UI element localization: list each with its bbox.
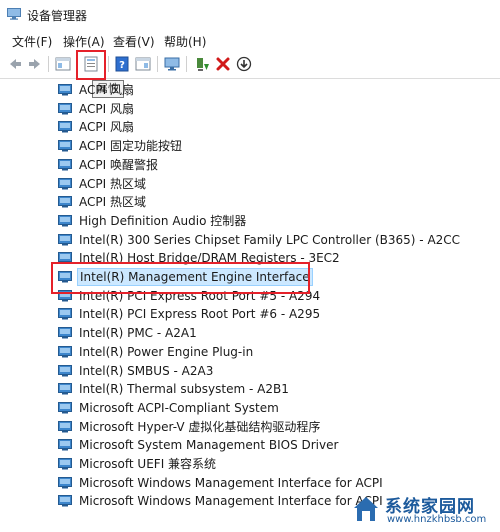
system-device-icon bbox=[58, 102, 72, 115]
download-arrow-icon bbox=[236, 56, 252, 72]
toolbar-separator bbox=[108, 56, 109, 72]
update-driver-button[interactable] bbox=[192, 54, 212, 74]
system-device-icon bbox=[58, 345, 72, 358]
device-tree-item[interactable]: Intel(R) PMC - A2A1 bbox=[58, 324, 199, 342]
device-tree-item[interactable]: Microsoft Hyper-V 虚拟化基础结构驱动程序 bbox=[58, 418, 322, 436]
device-tree-item[interactable]: ACPI 唤醒警报 bbox=[58, 156, 160, 174]
svg-text:?: ? bbox=[119, 60, 125, 71]
toolbar-separator bbox=[186, 56, 187, 72]
show-hide-action-pane-button[interactable] bbox=[133, 54, 153, 74]
system-device-icon bbox=[58, 196, 72, 208]
watermark-url: www.hnzkhbsb.com bbox=[387, 514, 487, 525]
device-label: Intel(R) PMC - A2A1 bbox=[79, 326, 197, 341]
toolbar: ? bbox=[0, 50, 500, 79]
device-tree-item[interactable]: ACPI 热区域 bbox=[58, 193, 148, 211]
system-device-icon bbox=[58, 121, 72, 133]
device-tree-item[interactable]: Microsoft Windows Management Interface f… bbox=[58, 474, 385, 492]
device-tree-item[interactable]: ACPI 风扇 bbox=[58, 118, 136, 136]
forward-button[interactable] bbox=[25, 54, 45, 74]
back-button[interactable] bbox=[5, 54, 25, 74]
device-tree: ACPI 风扇 ACPI 风扇 ACPI 风扇 ACPI 固定功能按钮 ACPI 唤醒警… bbox=[0, 79, 500, 532]
device-manager-icon bbox=[7, 8, 21, 20]
highlight-box-selected-device bbox=[51, 262, 310, 294]
system-device-icon bbox=[58, 420, 72, 433]
scan-hardware-button[interactable] bbox=[162, 54, 182, 74]
device-tree-item[interactable]: ACPI 风扇 bbox=[58, 100, 136, 118]
device-label: High Definition Audio 控制器 bbox=[79, 213, 247, 228]
device-label: Microsoft System Management BIOS Driver bbox=[79, 438, 339, 453]
toolbar-separator bbox=[48, 56, 49, 72]
action-pane-icon bbox=[135, 57, 151, 71]
system-device-icon bbox=[58, 364, 72, 376]
device-label: Microsoft Hyper-V 虚拟化基础结构驱动程序 bbox=[79, 419, 321, 434]
system-device-icon bbox=[58, 383, 72, 395]
help-button[interactable]: ? bbox=[112, 54, 132, 74]
toolbar-separator bbox=[157, 56, 158, 72]
menu-help[interactable]: 帮助(H) bbox=[164, 33, 206, 50]
house-logo-icon bbox=[354, 497, 378, 521]
device-label: Microsoft Windows Management Interface f… bbox=[79, 475, 383, 490]
device-label: ACPI 唤醒警报 bbox=[79, 157, 158, 172]
device-tree-item[interactable]: Intel(R) SMBUS - A2A3 bbox=[58, 362, 215, 380]
console-tree-icon bbox=[55, 57, 71, 71]
menu-file[interactable]: 文件(F) bbox=[12, 33, 52, 50]
menu-bar: 文件(F) 操作(A) 查看(V) 帮助(H) bbox=[0, 30, 500, 50]
device-label: Microsoft Windows Management Interface f… bbox=[79, 494, 383, 509]
device-label: Intel(R) Thermal subsystem - A2B1 bbox=[79, 382, 289, 397]
device-label: Intel(R) PCI Express Root Port #6 - A295 bbox=[79, 307, 321, 322]
device-tree-item[interactable]: Intel(R) Thermal subsystem - A2B1 bbox=[58, 380, 291, 398]
system-device-icon bbox=[58, 495, 72, 507]
system-device-icon bbox=[58, 327, 72, 339]
device-label: ACPI 风扇 bbox=[79, 120, 134, 135]
watermark: 系统家园网 www.hnzkhbsb.com bbox=[351, 490, 496, 530]
system-device-icon bbox=[58, 458, 72, 470]
update-driver-icon bbox=[197, 58, 209, 71]
system-device-icon bbox=[58, 158, 72, 171]
system-device-icon bbox=[58, 439, 72, 451]
uninstall-device-button[interactable] bbox=[213, 54, 233, 74]
device-label: ACPI 风扇 bbox=[79, 83, 134, 97]
device-tree-item[interactable]: Intel(R) 300 Series Chipset Family LPC C… bbox=[58, 231, 462, 249]
device-tree-item[interactable]: Microsoft ACPI-Compliant System bbox=[58, 399, 281, 417]
device-label: ACPI 热区域 bbox=[79, 195, 146, 210]
system-device-icon bbox=[58, 177, 72, 189]
system-device-icon bbox=[58, 308, 72, 320]
device-tree-item[interactable]: Microsoft Windows Management Interface f… bbox=[58, 492, 385, 510]
device-tree-item[interactable]: ACPI 风扇 bbox=[58, 81, 136, 99]
system-device-icon bbox=[58, 401, 72, 414]
monitor-icon bbox=[164, 57, 180, 71]
device-tree-item[interactable]: Microsoft System Management BIOS Driver bbox=[58, 436, 340, 454]
device-label: Microsoft ACPI-Compliant System bbox=[79, 400, 279, 415]
system-device-icon bbox=[58, 214, 72, 227]
device-label: Microsoft UEFI 兼容系统 bbox=[79, 457, 217, 471]
device-tree-item[interactable]: Microsoft UEFI 兼容系统 bbox=[58, 455, 218, 473]
device-tree-item[interactable]: Intel(R) Power Engine Plug-in bbox=[58, 343, 255, 361]
device-label: ACPI 固定功能按钮 bbox=[79, 139, 182, 154]
highlight-box-properties-button bbox=[76, 50, 106, 80]
device-label: Intel(R) Power Engine Plug-in bbox=[79, 344, 254, 359]
device-tree-item[interactable]: ACPI 固定功能按钮 bbox=[58, 137, 184, 155]
system-device-icon bbox=[58, 476, 72, 489]
system-device-icon bbox=[58, 233, 72, 246]
device-label: ACPI 热区域 bbox=[79, 176, 146, 191]
device-tree-item[interactable]: Intel(R) PCI Express Root Port #6 - A295 bbox=[58, 305, 322, 323]
device-label: Intel(R) SMBUS - A2A3 bbox=[79, 363, 214, 378]
window-title: 设备管理器 bbox=[27, 9, 88, 23]
device-tree-item[interactable]: High Definition Audio 控制器 bbox=[58, 212, 248, 230]
device-label: Intel(R) 300 Series Chipset Family LPC C… bbox=[79, 232, 461, 247]
help-icon: ? bbox=[115, 56, 129, 72]
device-label: ACPI 风扇 bbox=[79, 101, 134, 116]
menu-action[interactable]: 操作(A) bbox=[63, 33, 105, 50]
delete-x-icon bbox=[216, 57, 230, 71]
disable-device-button[interactable] bbox=[234, 54, 254, 74]
menu-view[interactable]: 查看(V) bbox=[113, 33, 155, 50]
arrow-right-icon bbox=[29, 59, 40, 69]
system-device-icon bbox=[58, 84, 72, 96]
system-device-icon bbox=[58, 140, 72, 152]
title-bar: 设备管理器 bbox=[0, 0, 500, 30]
show-hide-console-tree-button[interactable] bbox=[53, 54, 73, 74]
device-tree-item[interactable]: ACPI 热区域 bbox=[58, 175, 148, 193]
arrow-left-icon bbox=[10, 59, 21, 69]
